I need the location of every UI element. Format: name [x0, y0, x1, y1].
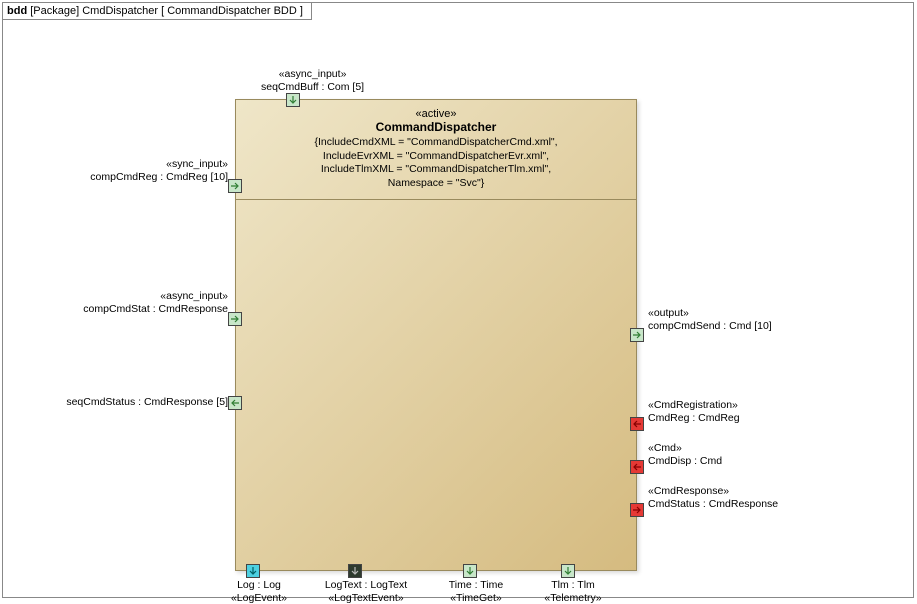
port-seqcmdbuff-labels: «async_input» seqCmdBuff : Com [5] — [261, 68, 364, 93]
port-seqcmdbuff-label: seqCmdBuff : Com [5] — [261, 81, 364, 94]
port-cmdstatus-label: CmdStatus : CmdResponse — [648, 498, 778, 511]
arrow-down-icon — [288, 95, 298, 105]
block-name: CommandDispatcher — [242, 120, 630, 134]
port-cmdreg-labels: «CmdRegistration» CmdReg : CmdReg — [648, 399, 740, 424]
arrow-left-icon — [632, 419, 642, 429]
port-seqcmdbuff[interactable] — [286, 93, 300, 107]
port-cmddisp[interactable] — [630, 460, 644, 474]
port-log[interactable] — [246, 564, 260, 578]
port-log-labels: Log : Log «LogEvent» — [229, 579, 289, 604]
block-props: {IncludeCmdXML = "CommandDispatcherCmd.x… — [242, 136, 630, 191]
port-compcmdreg-label: compCmdReg : CmdReg [10] — [83, 171, 228, 184]
arrow-right-icon — [230, 181, 240, 191]
port-cmddisp-stereo: «Cmd» — [648, 442, 722, 455]
port-compcmdreg[interactable] — [228, 179, 242, 193]
port-compcmdstat[interactable] — [228, 312, 242, 326]
frame-label: [ CommandDispatcher BDD ] — [161, 5, 303, 17]
port-cmddisp-labels: «Cmd» CmdDisp : Cmd — [648, 442, 722, 467]
port-cmdreg-stereo: «CmdRegistration» — [648, 399, 740, 412]
port-time-labels: Time : Time «TimeGet» — [441, 579, 511, 604]
port-cmdreg[interactable] — [630, 417, 644, 431]
port-compcmdreg-labels: «sync_input» compCmdReg : CmdReg [10] — [83, 158, 228, 183]
block-separator — [236, 199, 636, 200]
frame-pkg: [Package] — [30, 5, 79, 17]
port-cmdstatus-labels: «CmdResponse» CmdStatus : CmdResponse — [648, 485, 778, 510]
port-logtext-label: LogText : LogText — [321, 579, 411, 592]
arrow-left-icon — [632, 462, 642, 472]
port-compcmdstat-labels: «async_input» compCmdStat : CmdResponse — [63, 290, 228, 315]
arrow-left-icon — [230, 398, 240, 408]
port-seqcmdstatus-labels: seqCmdStatus : CmdResponse [5] — [43, 396, 228, 409]
arrow-down-icon — [563, 566, 573, 576]
port-time-stereo: «TimeGet» — [441, 592, 511, 604]
block-stereotype: «active» — [242, 108, 630, 120]
port-cmdstatus[interactable] — [630, 503, 644, 517]
port-compcmdsend[interactable] — [630, 328, 644, 342]
port-tlm-label: Tlm : Tlm — [538, 579, 608, 592]
arrow-down-icon — [465, 566, 475, 576]
port-compcmdstat-stereo: «async_input» — [63, 290, 228, 303]
port-logtext-labels: LogText : LogText «LogTextEvent» — [321, 579, 411, 604]
frame-kind: bdd — [7, 5, 27, 17]
port-seqcmdstatus-label: seqCmdStatus : CmdResponse [5] — [43, 396, 228, 409]
arrow-right-icon — [632, 505, 642, 515]
port-cmdstatus-stereo: «CmdResponse» — [648, 485, 778, 498]
port-cmdreg-label: CmdReg : CmdReg — [648, 412, 740, 425]
port-tlm-stereo: «Telemetry» — [538, 592, 608, 604]
port-compcmdsend-label: compCmdSend : Cmd [10] — [648, 320, 772, 333]
frame-name: CmdDispatcher — [82, 5, 158, 17]
port-log-stereo: «LogEvent» — [229, 592, 289, 604]
port-tlm[interactable] — [561, 564, 575, 578]
arrow-right-icon — [632, 330, 642, 340]
port-compcmdsend-stereo: «output» — [648, 307, 772, 320]
arrow-right-icon — [230, 314, 240, 324]
port-compcmdreg-stereo: «sync_input» — [83, 158, 228, 171]
arrow-down-icon — [350, 566, 360, 576]
port-seqcmdstatus[interactable] — [228, 396, 242, 410]
block-command-dispatcher[interactable]: «active» CommandDispatcher {IncludeCmdXM… — [235, 99, 637, 571]
port-tlm-labels: Tlm : Tlm «Telemetry» — [538, 579, 608, 604]
port-logtext-stereo: «LogTextEvent» — [321, 592, 411, 604]
port-compcmdsend-labels: «output» compCmdSend : Cmd [10] — [648, 307, 772, 332]
frame-title: bdd [Package] CmdDispatcher [ CommandDis… — [3, 3, 312, 20]
port-time-label: Time : Time — [441, 579, 511, 592]
port-compcmdstat-label: compCmdStat : CmdResponse — [63, 303, 228, 316]
port-logtext[interactable] — [348, 564, 362, 578]
port-log-label: Log : Log — [229, 579, 289, 592]
port-seqcmdbuff-stereo: «async_input» — [261, 68, 364, 81]
block-header: «active» CommandDispatcher {IncludeCmdXM… — [236, 100, 636, 195]
arrow-down-icon — [248, 566, 258, 576]
diagram-frame: bdd [Package] CmdDispatcher [ CommandDis… — [2, 2, 914, 598]
port-time[interactable] — [463, 564, 477, 578]
port-cmddisp-label: CmdDisp : Cmd — [648, 455, 722, 468]
